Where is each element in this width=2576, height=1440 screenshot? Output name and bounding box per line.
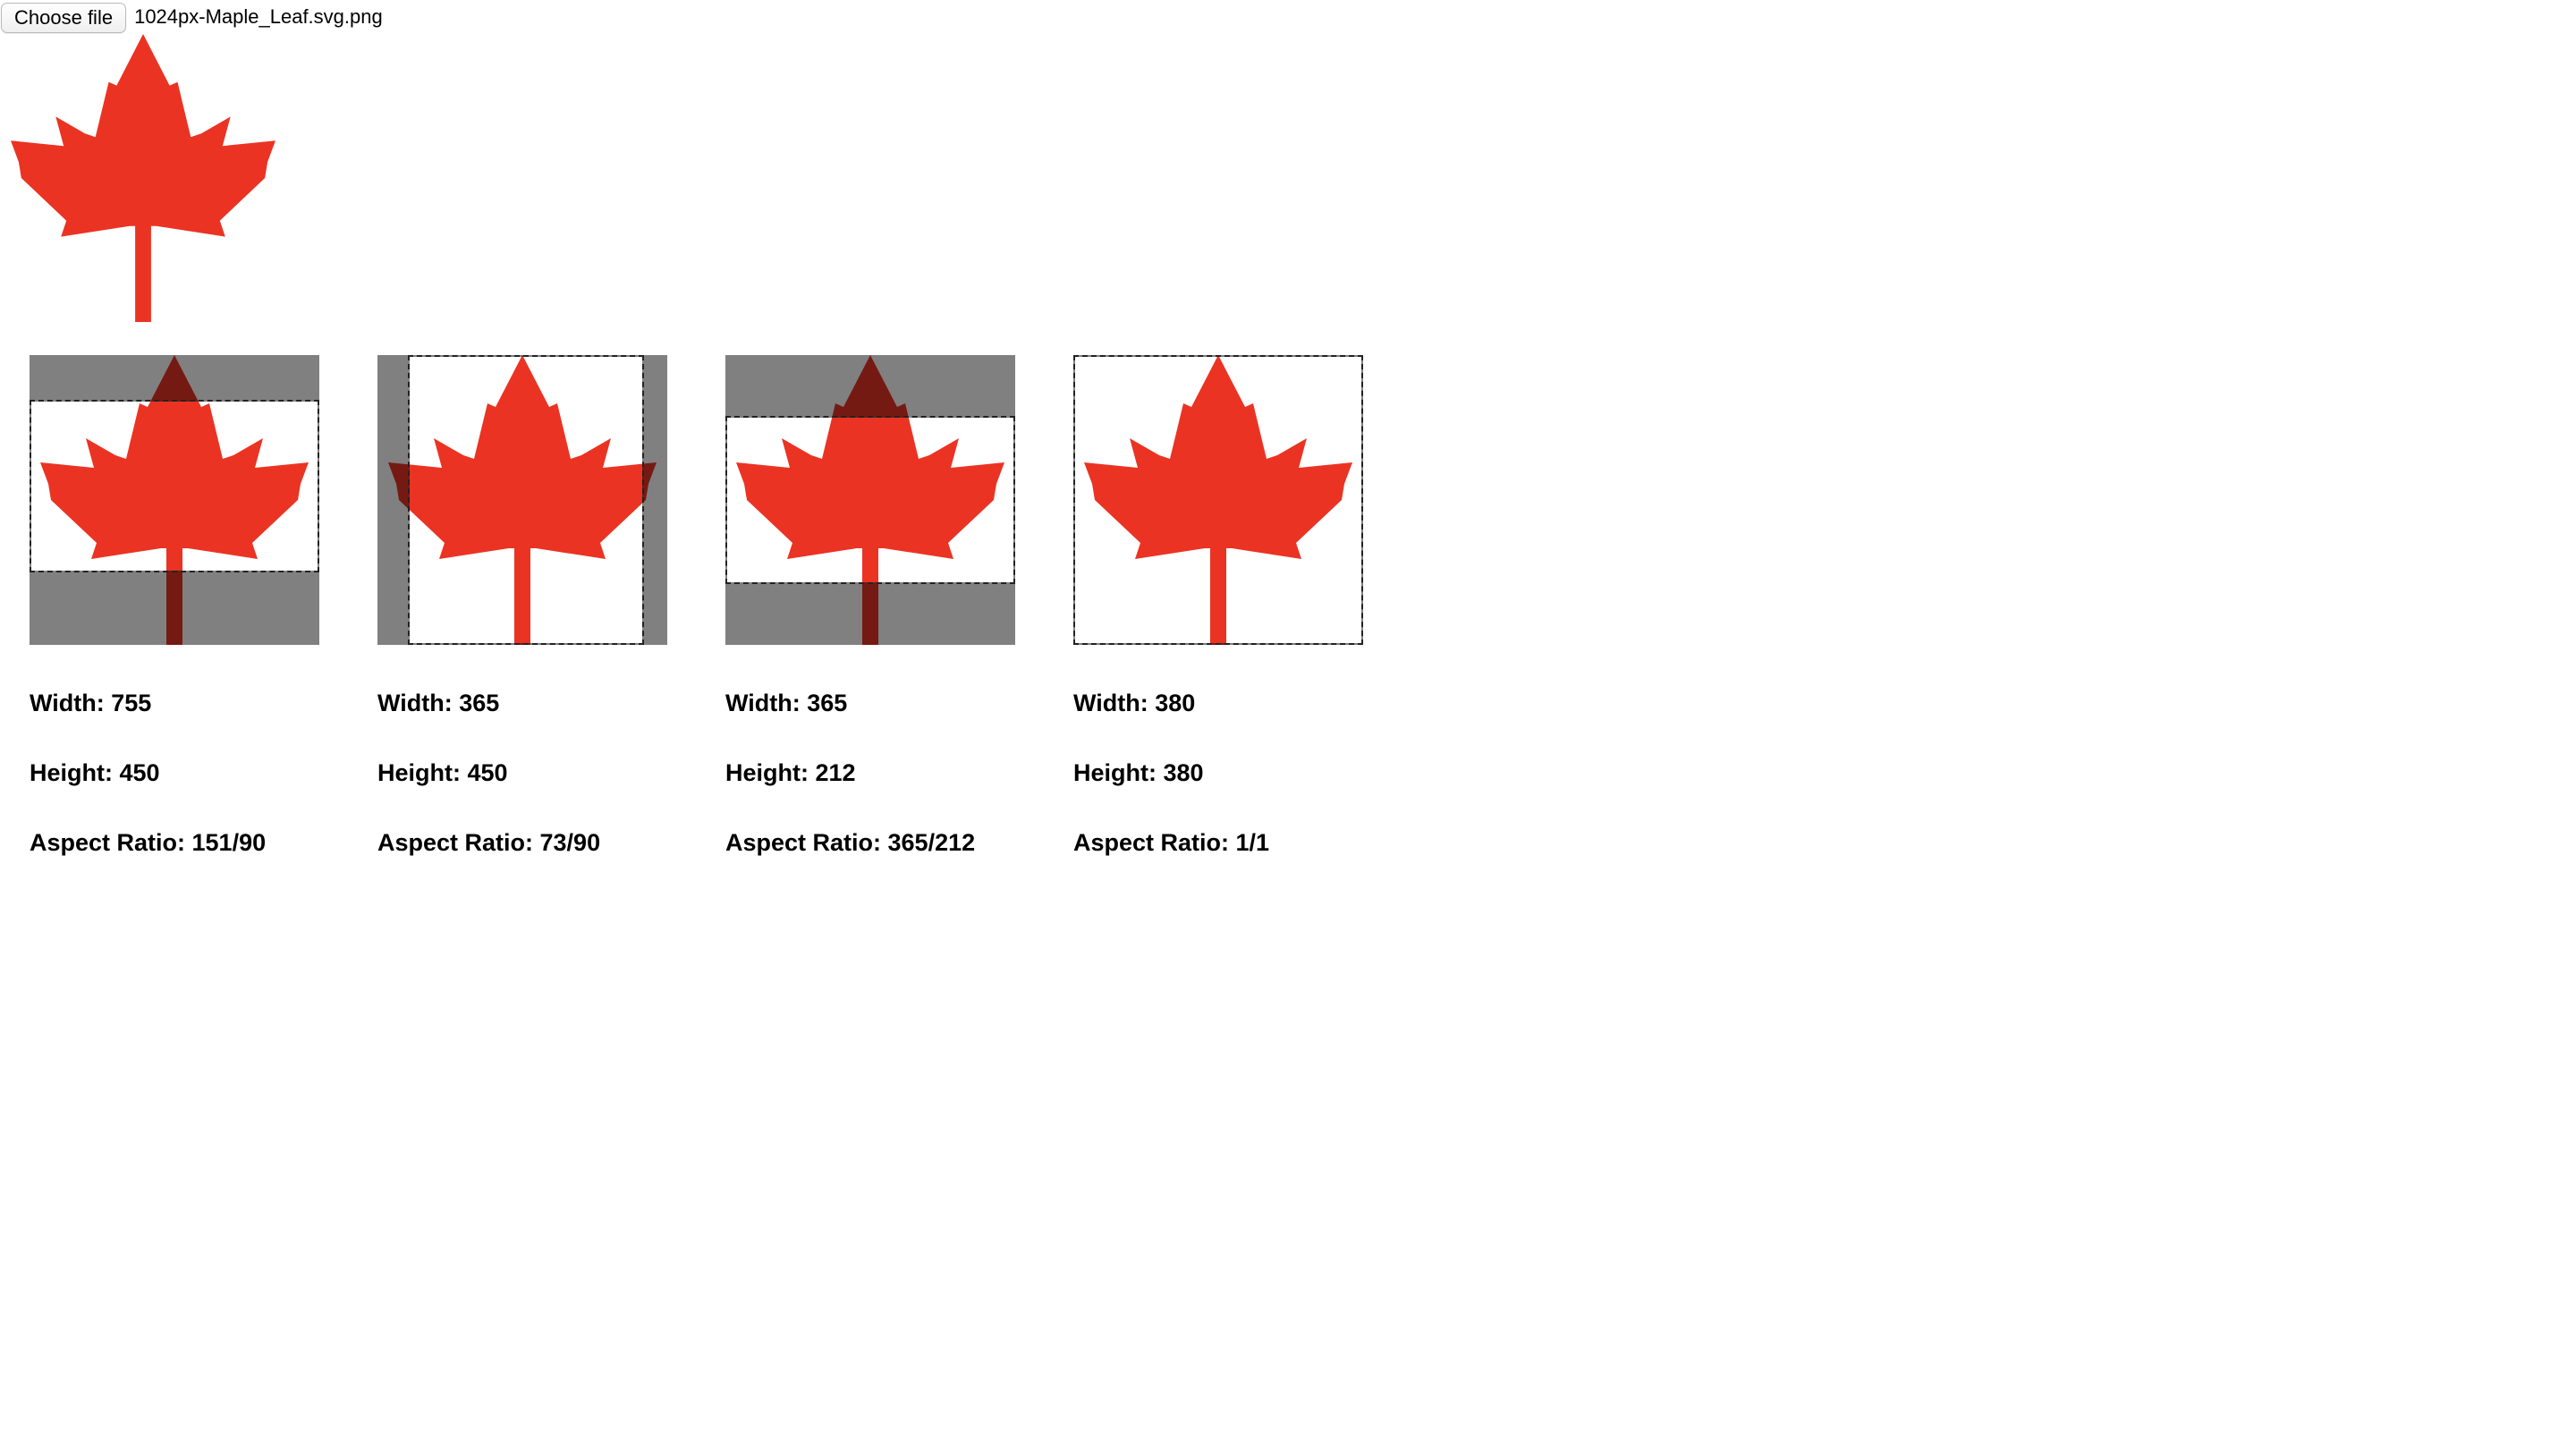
crop-info: Width: 380 Height: 380 Aspect Ratio: 1/1 — [1073, 691, 1363, 855]
crop-aspect-ratio-label: Aspect Ratio: 1/1 — [1073, 829, 1270, 856]
maple-leaf-image — [11, 34, 275, 322]
crop-width-label: Width: 755 — [30, 690, 152, 716]
choose-file-button[interactable]: Choose file — [1, 2, 127, 33]
crop-preview-card: Width: 365 Height: 212 Aspect Ratio: 365… — [725, 355, 1015, 901]
crop-width-label: Width: 365 — [377, 690, 500, 716]
crop-canvas — [725, 355, 1015, 645]
crop-height-label: Height: 380 — [1073, 759, 1204, 786]
crop-height-label: Height: 450 — [377, 759, 508, 786]
crop-info: Width: 365 Height: 450 Aspect Ratio: 73/… — [377, 691, 667, 855]
source-image-preview — [11, 34, 275, 322]
crop-info: Width: 365 Height: 212 Aspect Ratio: 365… — [725, 691, 1015, 855]
crop-aspect-ratio-label: Aspect Ratio: 365/212 — [725, 829, 976, 856]
selected-file-name: 1024px-Maple_Leaf.svg.png — [134, 5, 383, 28]
crop-info: Width: 755 Height: 450 Aspect Ratio: 151… — [30, 691, 319, 855]
file-input[interactable]: Choose file 1024px-Maple_Leaf.svg.png — [0, 0, 383, 34]
crop-preview-card: Width: 365 Height: 450 Aspect Ratio: 73/… — [377, 355, 667, 901]
crop-width-label: Width: 380 — [1073, 690, 1196, 716]
crop-aspect-ratio-label: Aspect Ratio: 151/90 — [30, 829, 267, 856]
crop-selection-box[interactable] — [408, 355, 644, 645]
crop-selection-box[interactable] — [725, 416, 1015, 584]
crop-selection-box[interactable] — [1073, 355, 1363, 645]
crop-selection-box[interactable] — [30, 400, 319, 572]
crop-canvas — [377, 355, 667, 645]
crop-canvas — [1073, 355, 1363, 645]
crop-height-label: Height: 450 — [30, 759, 160, 786]
crop-aspect-ratio-label: Aspect Ratio: 73/90 — [377, 829, 601, 856]
crop-height-label: Height: 212 — [725, 759, 856, 786]
crop-preview-card: Width: 755 Height: 450 Aspect Ratio: 151… — [30, 355, 319, 901]
crop-width-label: Width: 365 — [725, 690, 848, 716]
crop-canvas — [30, 355, 319, 645]
crop-preview-card: Width: 380 Height: 380 Aspect Ratio: 1/1 — [1073, 355, 1363, 901]
